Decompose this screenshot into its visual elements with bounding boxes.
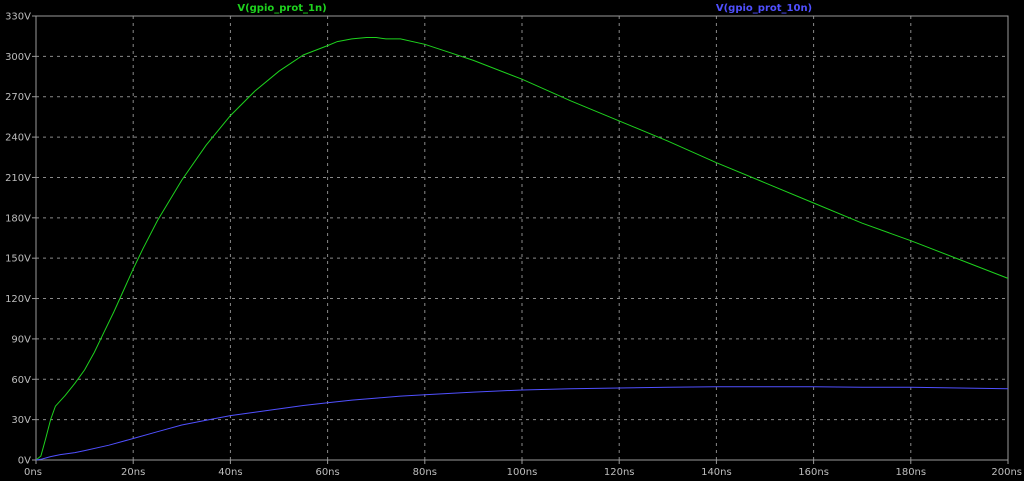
x-tick-label-1: 20ns <box>121 467 145 478</box>
y-tick-label-11: 330V <box>5 12 31 23</box>
x-tick-label-2: 40ns <box>218 467 242 478</box>
legend-entry-0[interactable]: V(gpio_prot_1n) <box>237 3 326 14</box>
x-tick-label-10: 200ns <box>991 467 1022 478</box>
waveform-plot[interactable]: 0ns 20ns 40ns 60ns 80ns 100ns 120ns 140ns 160ns 1… <box>0 0 1024 481</box>
y-tick-label-4: 120V <box>5 294 31 305</box>
y-tick-label-2: 60V <box>11 375 31 386</box>
y-tick-label-5: 150V <box>5 254 31 265</box>
x-tick-label-5: 100ns <box>507 467 538 478</box>
y-tick-label-8: 240V <box>5 133 31 144</box>
x-tick-label-0: 0ns <box>24 467 42 478</box>
y-tick-label-6: 180V <box>5 213 31 224</box>
x-tick-label-7: 140ns <box>701 467 732 478</box>
y-tick-label-0: 0V <box>18 456 31 467</box>
plot-background <box>0 0 1024 481</box>
x-tick-label-3: 60ns <box>315 467 339 478</box>
y-tick-label-10: 300V <box>5 52 31 63</box>
legend-entry-1[interactable]: V(gpio_prot_10n) <box>716 3 812 14</box>
y-tick-label-7: 210V <box>5 173 31 184</box>
y-tick-label-3: 90V <box>11 334 31 345</box>
x-tick-label-8: 160ns <box>798 467 829 478</box>
x-tick-label-4: 80ns <box>413 467 437 478</box>
x-tick-label-6: 120ns <box>604 467 635 478</box>
x-tick-label-9: 180ns <box>895 467 926 478</box>
y-tick-label-9: 270V <box>5 92 31 103</box>
y-tick-label-1: 30V <box>11 415 31 426</box>
